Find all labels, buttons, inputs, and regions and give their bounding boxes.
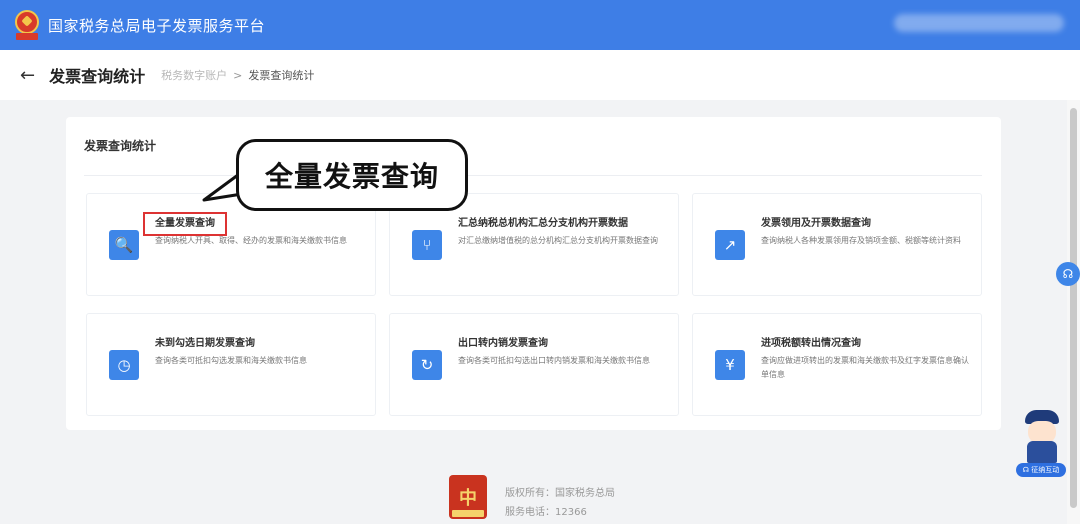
callout-bubble: 全量发票查询 xyxy=(236,139,468,211)
card-export-domestic-query[interactable]: ↻ 出口转内销发票查询 查询各类可抵扣勾选出口转内销发票和海关缴款书信息 xyxy=(389,313,679,416)
card-input-tax-transfer-query[interactable]: ¥ 进项税额转出情况查询 查询应做进项转出的发票和海关缴款书及红字发票信息确认单… xyxy=(692,313,982,416)
top-bar: 国家税务总局电子发票服务平台 xyxy=(0,0,1080,50)
card-invoice-usage-query[interactable]: ↗ 发票领用及开票数据查询 查询纳税人各种发票领用存及销项金额、税额等统计资料 xyxy=(692,193,982,296)
card-title: 发票领用及开票数据查询 xyxy=(761,218,871,229)
export-icon: ↻ xyxy=(412,350,442,380)
breadcrumb-item-account[interactable]: 税务数字账户 xyxy=(161,67,227,83)
branch-icon: ⑂ xyxy=(412,230,442,260)
assistant-label[interactable]: ☊ 征纳互动 xyxy=(1016,463,1066,477)
footer-logo: 中 xyxy=(449,475,487,519)
highlight-box xyxy=(143,212,227,236)
card-title: 未到勾选日期发票查询 xyxy=(155,338,255,349)
breadcrumb-separator: > xyxy=(233,68,243,82)
scrollbar-thumb[interactable] xyxy=(1070,108,1077,508)
yuan-icon: ¥ xyxy=(715,350,745,380)
callout-text: 全量发票查询 xyxy=(264,160,439,193)
card-desc: 查询各类可抵扣勾选出口转内销发票和海关缴款书信息 xyxy=(458,356,650,365)
card-title: 出口转内销发票查询 xyxy=(458,338,548,349)
card-title: 进项税额转出情况查询 xyxy=(761,338,861,349)
assistant-mascot-icon[interactable] xyxy=(1019,410,1065,466)
card-desc: 查询应做进项转出的发票和海关缴款书及红字发票信息确认单信息 xyxy=(761,356,969,379)
page-header: ← 发票查询统计 税务数字账户 > 发票查询统计 xyxy=(0,50,1080,100)
chart-icon: ↗ xyxy=(715,230,745,260)
card-desc: 查询纳税人开具、取得、经办的发票和海关缴款书信息 xyxy=(155,236,347,245)
footer-logo-glyph: 中 xyxy=(459,488,477,509)
footer-copyright: 版权所有：国家税务总局 xyxy=(505,488,615,499)
card-pending-check-query[interactable]: ◷ 未到勾选日期发票查询 查询各类可抵扣勾选发票和海关缴款书信息 xyxy=(86,313,376,416)
invoice-search-icon: 🔍 xyxy=(109,230,139,260)
card-desc: 查询纳税人各种发票领用存及销项金额、税额等统计资料 xyxy=(761,236,961,245)
headset-help-icon[interactable]: ☊ xyxy=(1056,262,1080,286)
breadcrumb-item-current: 发票查询统计 xyxy=(248,69,315,82)
user-info-blurred[interactable] xyxy=(894,14,1064,32)
footer-phone: 服务电话：12366 xyxy=(505,507,587,518)
tax-emblem-logo xyxy=(14,10,40,40)
query-panel: 发票查询统计 🔍 全量发票查询 查询纳税人开具、取得、经办的发票和海关缴款书信息… xyxy=(66,117,1001,430)
page-title: 发票查询统计 xyxy=(49,67,146,86)
clock-icon: ◷ xyxy=(109,350,139,380)
card-desc: 查询各类可抵扣勾选发票和海关缴款书信息 xyxy=(155,356,307,365)
site-title: 国家税务总局电子发票服务平台 xyxy=(48,16,266,35)
card-desc: 对汇总缴纳增值税的总分机构汇总分支机构开票数据查询 xyxy=(458,236,658,245)
back-arrow-icon[interactable]: ← xyxy=(20,65,35,86)
card-title: 汇总纳税总机构汇总分支机构开票数据 xyxy=(458,218,628,229)
panel-title: 发票查询统计 xyxy=(84,139,157,153)
